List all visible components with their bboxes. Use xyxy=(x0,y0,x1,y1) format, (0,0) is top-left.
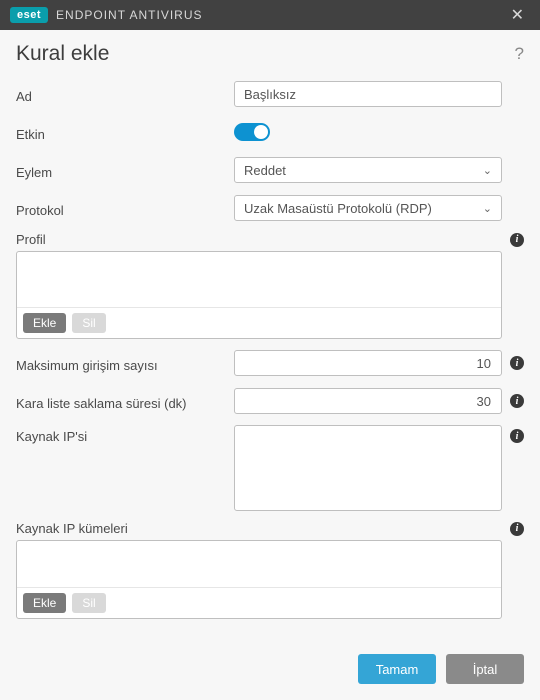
info-icon[interactable]: i xyxy=(510,356,524,370)
profile-listbox[interactable]: Ekle Sil xyxy=(16,251,502,339)
brand-badge: eset xyxy=(10,7,48,23)
enabled-toggle[interactable] xyxy=(234,123,270,141)
toggle-knob xyxy=(254,125,268,139)
label-source-ip-sets: Kaynak IP kümeleri xyxy=(16,521,128,536)
action-select[interactable]: Reddet ⌄ xyxy=(234,157,502,183)
profile-add-button[interactable]: Ekle xyxy=(23,313,66,333)
info-icon[interactable]: i xyxy=(510,394,524,408)
ipsets-remove-button: Sil xyxy=(72,593,105,613)
label-action: Eylem xyxy=(16,161,234,180)
help-icon[interactable]: ? xyxy=(515,44,524,64)
ipsets-add-button[interactable]: Ekle xyxy=(23,593,66,613)
name-input[interactable] xyxy=(234,81,502,107)
titlebar: eset ENDPOINT ANTIVIRUS ✕ xyxy=(0,0,540,30)
dialog-content: Kural ekle ? Ad Etkin Eylem xyxy=(0,30,540,700)
form: Ad Etkin Eylem Reddet ⌄ xyxy=(16,80,524,634)
dialog-footer: Tamam İptal xyxy=(16,634,524,684)
info-icon[interactable]: i xyxy=(510,522,524,536)
action-select-value: Reddet xyxy=(244,163,286,178)
profile-remove-button: Sil xyxy=(72,313,105,333)
label-max-attempts: Maksimum girişim sayısı xyxy=(16,354,234,373)
label-name: Ad xyxy=(16,85,234,104)
page-title: Kural ekle xyxy=(16,42,109,66)
label-enabled: Etkin xyxy=(16,123,234,142)
source-ip-textarea[interactable] xyxy=(234,425,502,511)
source-ip-sets-listbox[interactable]: Ekle Sil xyxy=(16,540,502,619)
protocol-select[interactable]: Uzak Masaüstü Protokolü (RDP) ⌄ xyxy=(234,195,502,221)
label-profile: Profil xyxy=(16,232,46,247)
max-attempts-input[interactable] xyxy=(234,350,502,376)
label-protocol: Protokol xyxy=(16,199,234,218)
brand-text: ENDPOINT ANTIVIRUS xyxy=(56,8,202,22)
chevron-down-icon: ⌄ xyxy=(483,164,492,177)
ok-button[interactable]: Tamam xyxy=(358,654,436,684)
cancel-button[interactable]: İptal xyxy=(446,654,524,684)
blacklist-retention-input[interactable] xyxy=(234,388,502,414)
info-icon[interactable]: i xyxy=(510,233,524,247)
chevron-down-icon: ⌄ xyxy=(483,202,492,215)
info-icon[interactable]: i xyxy=(510,429,524,443)
protocol-select-value: Uzak Masaüstü Protokolü (RDP) xyxy=(244,201,432,216)
close-icon[interactable]: ✕ xyxy=(505,1,530,29)
label-blacklist-retention: Kara liste saklama süresi (dk) xyxy=(16,392,234,411)
label-source-ip: Kaynak IP'si xyxy=(16,425,234,444)
